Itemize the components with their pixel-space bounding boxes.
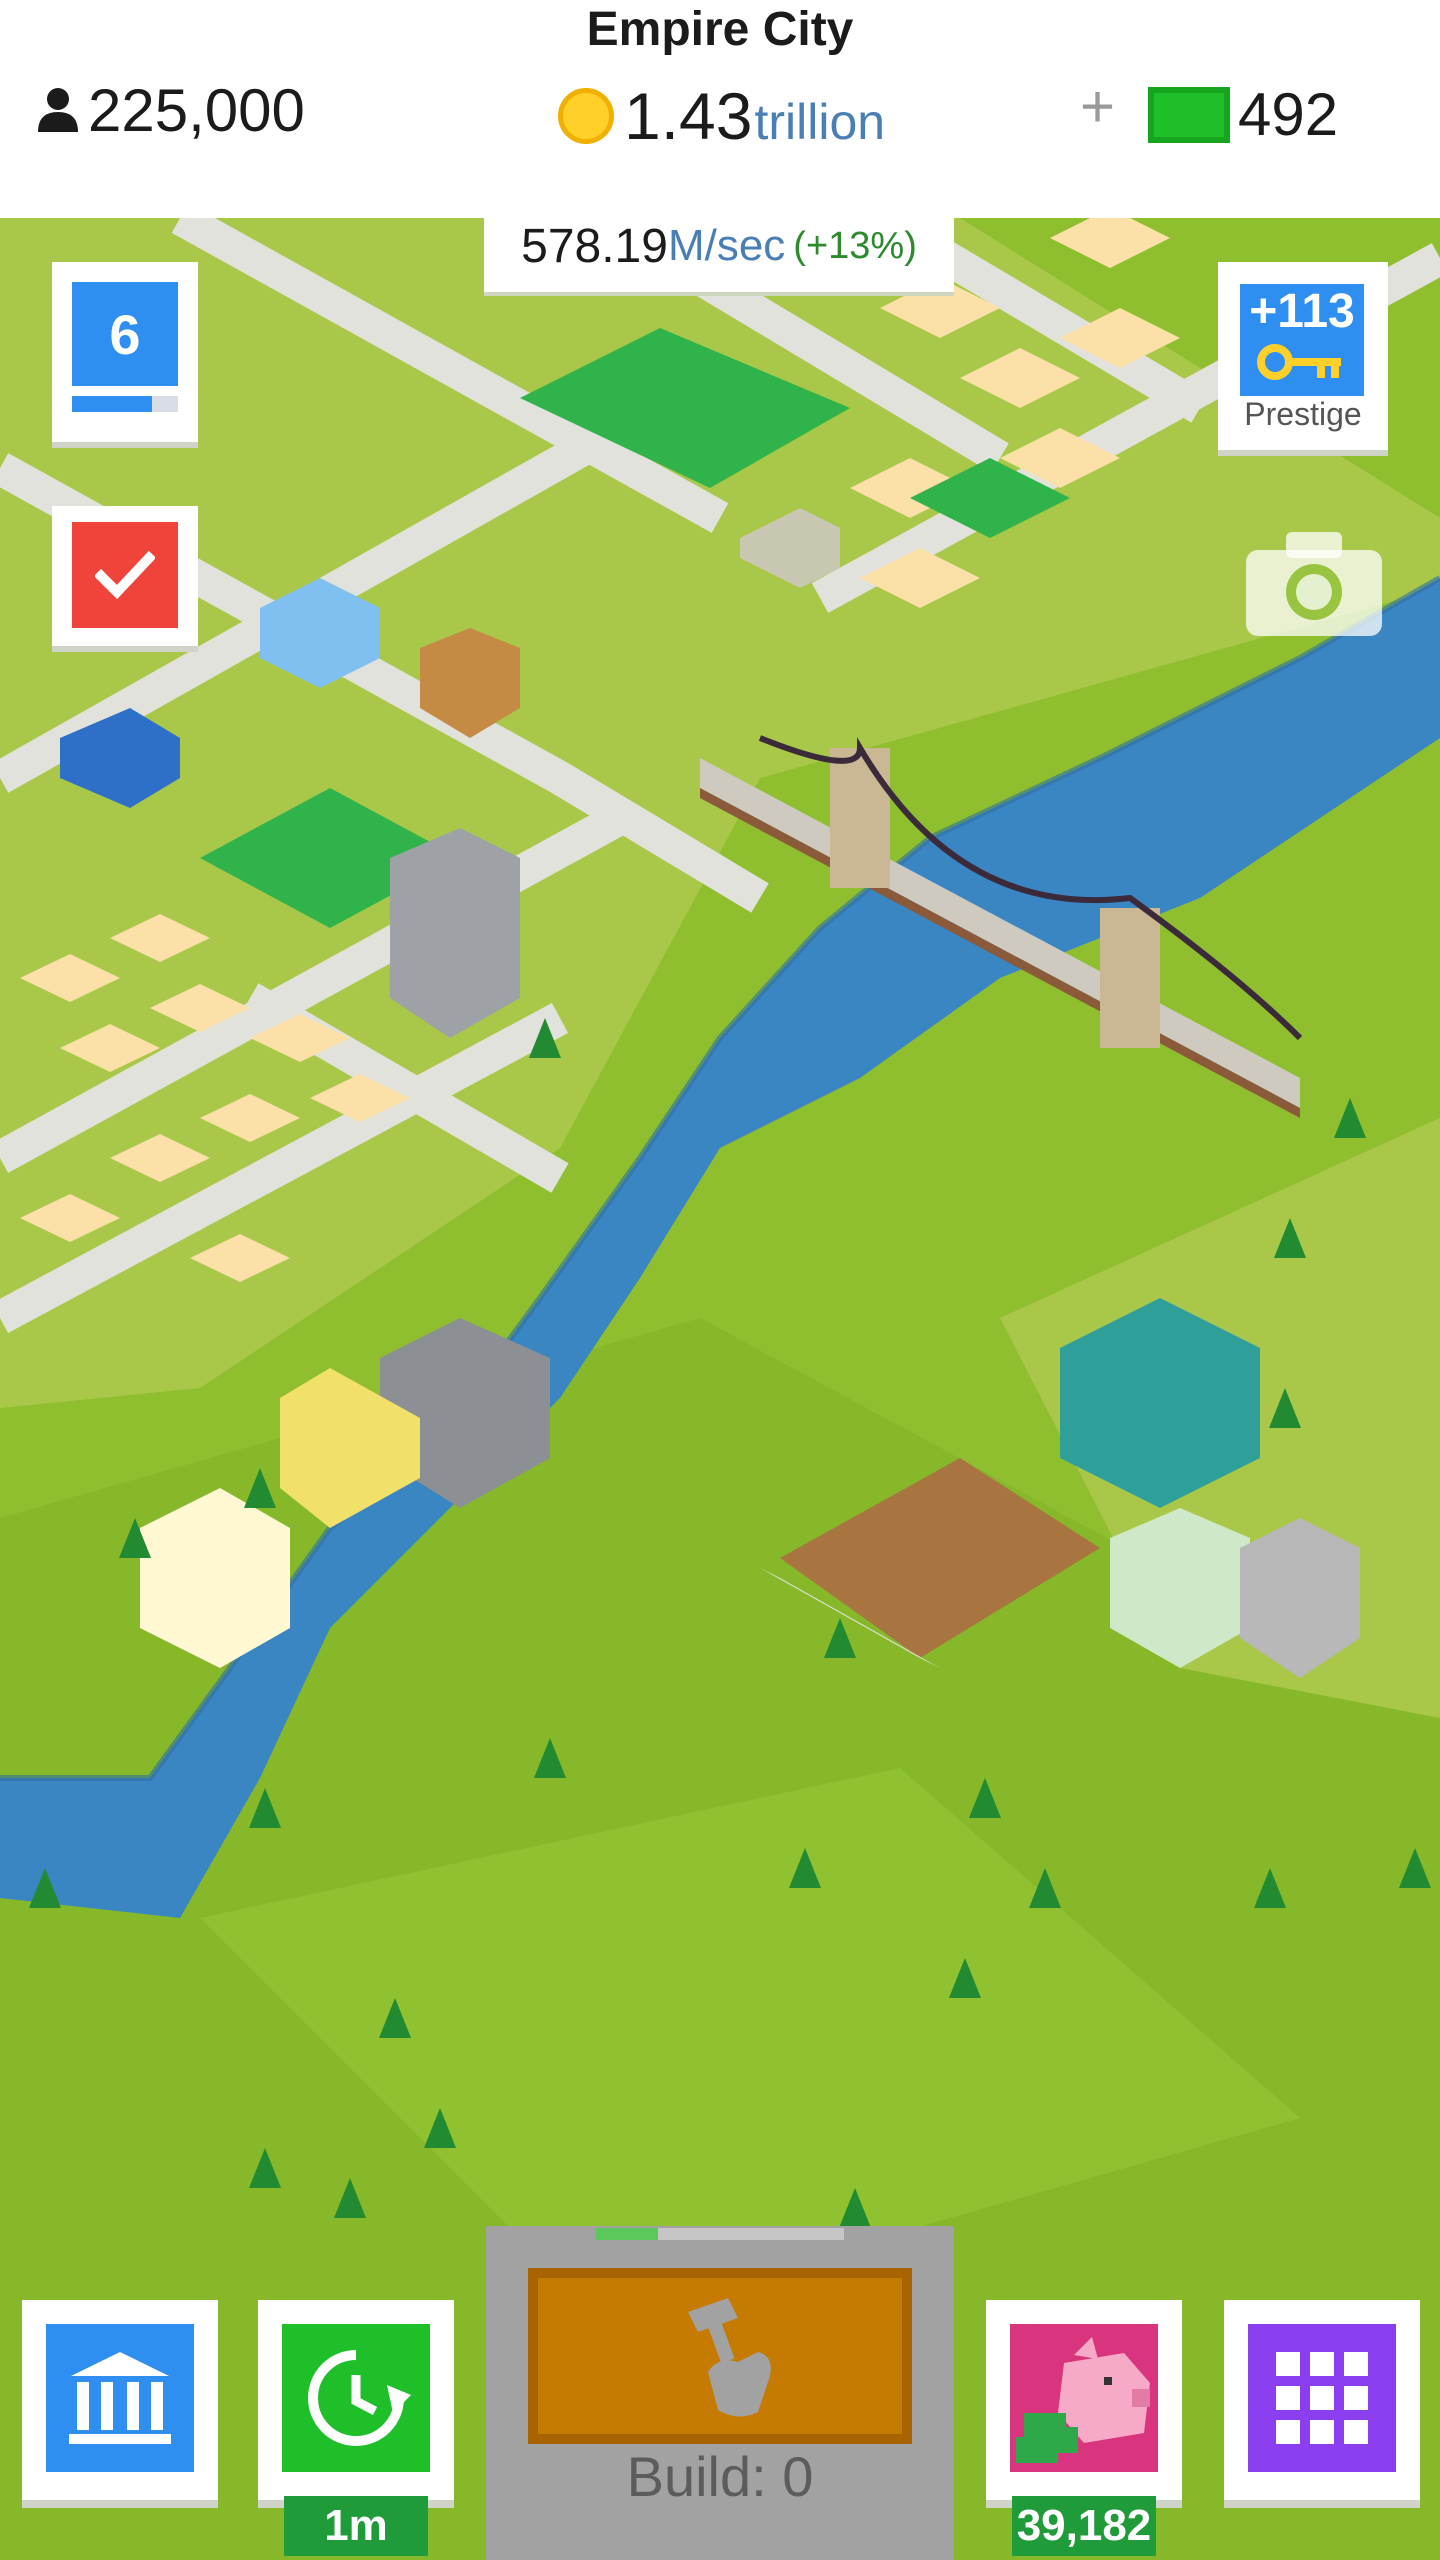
income-boost: (+13%)	[793, 224, 917, 267]
coin-icon	[558, 88, 614, 144]
prestige-label: Prestige	[1244, 396, 1362, 432]
level-progress-bar	[72, 396, 178, 412]
cash-icon	[1148, 86, 1230, 143]
income-unit: M/sec	[667, 221, 786, 270]
hammer-icon	[688, 2298, 771, 2417]
bank-icon	[69, 2352, 171, 2444]
build-button[interactable]	[528, 2268, 912, 2444]
build-panel[interactable]: Build: 0	[486, 2226, 954, 2560]
buy-cash-button[interactable]: +	[1080, 72, 1115, 141]
city-map[interactable]	[0, 218, 1440, 2560]
prestige-keys: +113	[1249, 285, 1355, 338]
cash-value: 492	[1238, 81, 1339, 148]
person-icon	[38, 88, 78, 132]
piggy-bank-face	[1010, 2324, 1158, 2472]
tasks-button[interactable]	[52, 506, 198, 646]
piggy-bank-icon	[1016, 2337, 1150, 2463]
key-icon	[1257, 344, 1341, 380]
grid-menu-icon	[1276, 2352, 1368, 2444]
money-value: 1.43	[624, 79, 753, 153]
money-counter: 1.43 trillion	[558, 78, 885, 154]
time-warp-tag: 1m	[284, 2496, 428, 2556]
income-rate[interactable]: 578.19 M/sec (+13%)	[484, 200, 954, 292]
tasks-badge	[72, 522, 178, 628]
prestige-button[interactable]: +113 Prestige	[1218, 262, 1388, 450]
piggy-bank-tag: 39,182	[1012, 2496, 1156, 2556]
level-value: 6	[72, 282, 178, 386]
money-unit: trillion	[754, 94, 886, 150]
camera-icon[interactable]	[1246, 528, 1382, 636]
time-warp-face	[282, 2324, 430, 2472]
population-value: 225,000	[88, 76, 305, 144]
city-name[interactable]: Empire City	[0, 2, 1440, 57]
time-warp-button[interactable]	[258, 2300, 454, 2500]
build-progress-bar	[596, 2228, 844, 2240]
menu-button[interactable]	[1224, 2300, 1420, 2500]
time-warp-icon	[308, 2350, 411, 2446]
build-progress-fill	[596, 2228, 658, 2240]
cash-counter[interactable]: 492	[1148, 80, 1338, 149]
bank-face	[46, 2324, 194, 2472]
population-counter: 225,000	[36, 72, 305, 148]
checkmark-icon	[95, 550, 155, 600]
bank-button[interactable]	[22, 2300, 218, 2500]
prestige-badge: +113	[1240, 284, 1364, 396]
top-header: Empire City 225,000 1.43 trillion + 492	[0, 0, 1440, 218]
build-label: Build: 0	[626, 2445, 814, 2508]
menu-face	[1248, 2324, 1396, 2472]
income-value: 578.19	[521, 219, 668, 273]
level-progress-fill	[72, 396, 152, 412]
piggy-bank-button[interactable]	[986, 2300, 1182, 2500]
level-button[interactable]: 6	[52, 262, 198, 442]
